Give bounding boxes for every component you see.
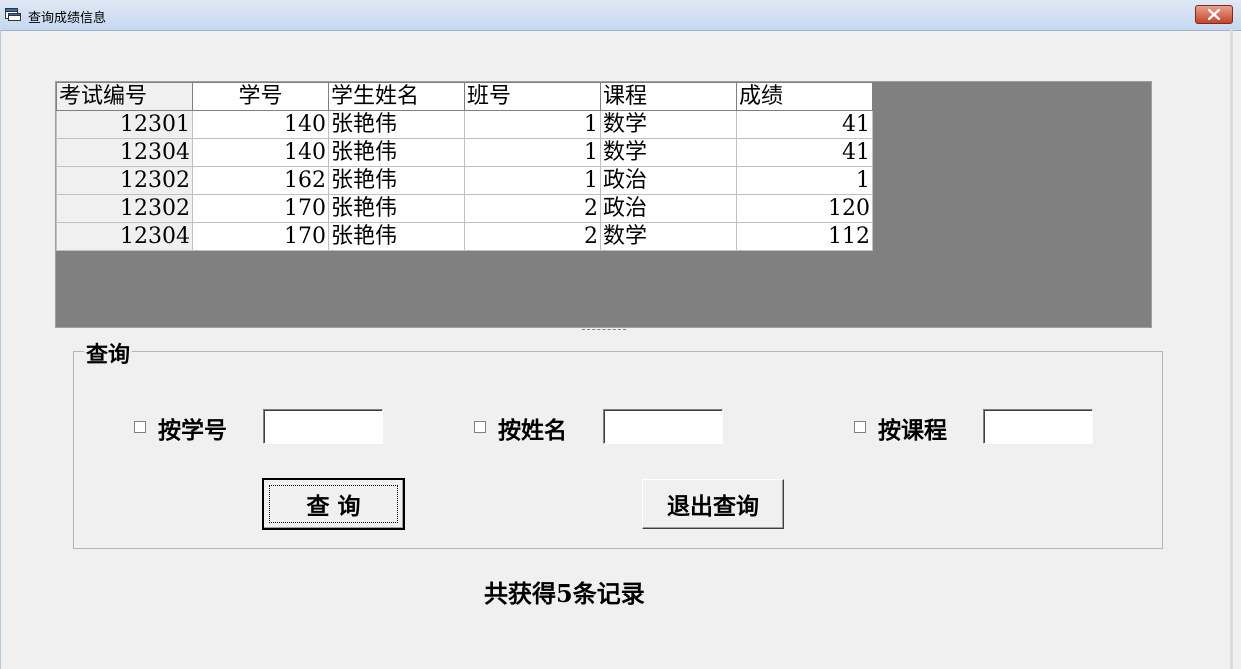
cell-student-id[interactable]: 170 xyxy=(192,222,329,251)
name-input[interactable] xyxy=(603,409,723,444)
cell-student-id[interactable]: 170 xyxy=(192,194,329,223)
cell-course[interactable]: 政治 xyxy=(600,194,737,223)
cell-exam-no[interactable]: 12304 xyxy=(56,138,193,167)
cell-score[interactable]: 1 xyxy=(736,166,873,195)
col-header-course[interactable]: 课程 xyxy=(600,82,737,111)
table-row[interactable]: 12304 170 张艳伟 2 数学 112 xyxy=(56,222,873,251)
table-row[interactable]: 12302 170 张艳伟 2 政治 120 xyxy=(56,194,873,223)
by-student-id-label[interactable]: 按学号 xyxy=(158,411,227,445)
cell-student-id[interactable]: 162 xyxy=(192,166,329,195)
cell-course[interactable]: 数学 xyxy=(600,138,737,167)
col-header-exam-no[interactable]: 考试编号 xyxy=(56,82,193,111)
cell-exam-no[interactable]: 12301 xyxy=(56,110,193,139)
cell-exam-no[interactable]: 12302 xyxy=(56,166,193,195)
table-row[interactable]: 12304 140 张艳伟 1 数学 41 xyxy=(56,138,873,167)
grid-splitter[interactable] xyxy=(582,329,626,332)
query-frame xyxy=(73,351,1163,549)
cell-student-name[interactable]: 张艳伟 xyxy=(328,222,465,251)
cell-course[interactable]: 数学 xyxy=(600,110,737,139)
query-frame-label: 查询 xyxy=(84,337,133,369)
by-course-checkbox[interactable] xyxy=(854,421,866,433)
cell-student-name[interactable]: 张艳伟 xyxy=(328,138,465,167)
course-input[interactable] xyxy=(983,409,1093,444)
query-button[interactable]: 查 询 xyxy=(262,478,405,530)
window-border-left xyxy=(0,30,1,669)
cell-class-no[interactable]: 1 xyxy=(464,138,601,167)
by-name-checkbox[interactable] xyxy=(474,421,486,433)
cell-student-id[interactable]: 140 xyxy=(192,138,329,167)
title-bar[interactable]: 查询成绩信息 xyxy=(0,0,1241,31)
window-title: 查询成绩信息 xyxy=(28,11,107,26)
by-student-id-checkbox[interactable] xyxy=(134,421,146,433)
by-course-label[interactable]: 按课程 xyxy=(878,411,947,445)
form-icon xyxy=(5,8,21,21)
cell-score[interactable]: 120 xyxy=(736,194,873,223)
cell-student-id[interactable]: 140 xyxy=(192,110,329,139)
cell-course[interactable]: 政治 xyxy=(600,166,737,195)
cell-student-name[interactable]: 张艳伟 xyxy=(328,194,465,223)
cell-score[interactable]: 41 xyxy=(736,138,873,167)
col-header-class-no[interactable]: 班号 xyxy=(464,82,601,111)
query-button-label: 查 询 xyxy=(306,493,361,520)
cell-course[interactable]: 数学 xyxy=(600,222,737,251)
student-id-input[interactable] xyxy=(263,409,383,444)
cell-score[interactable]: 112 xyxy=(736,222,873,251)
exit-query-button-label: 退出查询 xyxy=(667,493,759,520)
col-header-score[interactable]: 成绩 xyxy=(736,82,873,111)
window-border-right xyxy=(1230,30,1233,669)
table-row[interactable]: 12302 162 张艳伟 1 政治 1 xyxy=(56,166,873,195)
header-row: 考试编号 学号 学生姓名 班号 课程 成绩 xyxy=(56,82,873,111)
results-table: 考试编号 学号 学生姓名 班号 课程 成绩 12301 140 张艳伟 1 数学… xyxy=(56,82,873,251)
cell-class-no[interactable]: 2 xyxy=(464,222,601,251)
cell-class-no[interactable]: 1 xyxy=(464,110,601,139)
results-grid[interactable]: 考试编号 学号 学生姓名 班号 课程 成绩 12301 140 张艳伟 1 数学… xyxy=(55,81,1152,328)
col-header-student-id[interactable]: 学号 xyxy=(192,82,329,111)
exit-query-button[interactable]: 退出查询 xyxy=(642,479,784,529)
cell-class-no[interactable]: 2 xyxy=(464,194,601,223)
table-row[interactable]: 12301 140 张艳伟 1 数学 41 xyxy=(56,110,873,139)
by-name-label[interactable]: 按姓名 xyxy=(498,411,567,445)
close-x-icon xyxy=(1208,9,1220,20)
cell-exam-no[interactable]: 12304 xyxy=(56,222,193,251)
cell-student-name[interactable]: 张艳伟 xyxy=(328,166,465,195)
record-count-label: 共获得5条记录 xyxy=(484,579,645,608)
cell-student-name[interactable]: 张艳伟 xyxy=(328,110,465,139)
cell-class-no[interactable]: 1 xyxy=(464,166,601,195)
col-header-student-name[interactable]: 学生姓名 xyxy=(328,82,465,111)
cell-score[interactable]: 41 xyxy=(736,110,873,139)
cell-exam-no[interactable]: 12302 xyxy=(56,194,193,223)
close-button[interactable] xyxy=(1195,5,1233,24)
